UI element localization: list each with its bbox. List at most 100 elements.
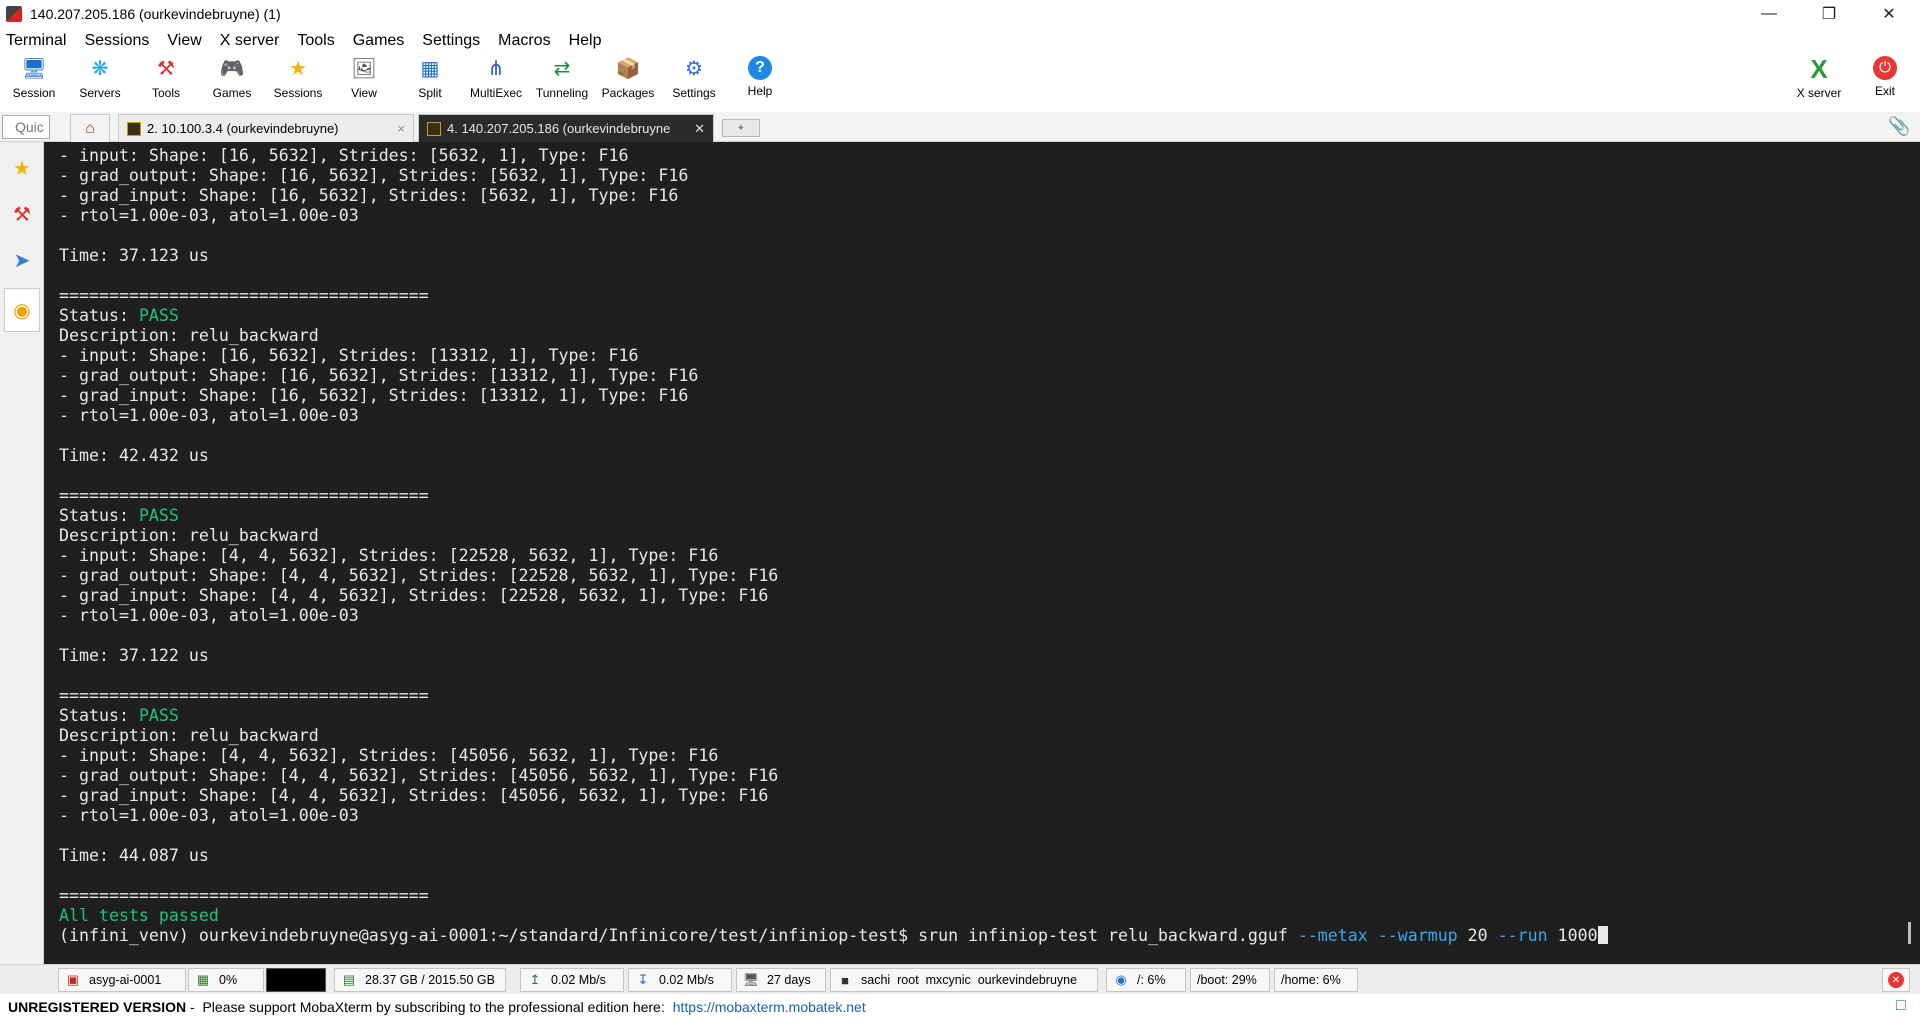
terminal-line: ===================================== bbox=[59, 286, 1900, 306]
terminal-line: - grad_input: Shape: [4, 4, 5632], Strid… bbox=[59, 786, 1900, 806]
mobaxterm-link[interactable]: https://mobaxterm.mobatek.net bbox=[673, 999, 866, 1015]
sidebar-tools[interactable]: ⚒ bbox=[4, 192, 40, 236]
terminal-text: Status: bbox=[59, 506, 139, 525]
packages-button[interactable]: 📦 Packages bbox=[595, 56, 661, 108]
flag-metax: --metax bbox=[1297, 926, 1368, 945]
exit-button[interactable]: ⏻ Exit bbox=[1852, 56, 1918, 108]
tab-bar: ⌂ 2. 10.100.3.4 (ourkevindebruyne) × 4. … bbox=[0, 112, 1920, 142]
menu-macros[interactable]: Macros bbox=[498, 32, 559, 50]
cpu-icon: ▦ bbox=[196, 972, 210, 987]
menu-bar: Terminal Sessions View X server Tools Ga… bbox=[0, 28, 1920, 54]
terminal-line: - input: Shape: [4, 4, 5632], Strides: [… bbox=[59, 746, 1900, 766]
quick-connect-input[interactable] bbox=[2, 115, 50, 139]
terminal-line: Status: PASS bbox=[59, 706, 1900, 726]
status-close-button[interactable]: ✕ bbox=[1882, 968, 1910, 992]
footer-banner: UNREGISTERED VERSION - Please support Mo… bbox=[0, 994, 1920, 1020]
toolbar: 🖥 Session ❋ Servers ⚒ Tools 🎮 Games ★ Se… bbox=[0, 54, 1920, 110]
sessions-button[interactable]: ★ Sessions bbox=[265, 56, 331, 108]
terminal-text: ===================================== bbox=[59, 486, 429, 505]
tools-icon: ⚒ bbox=[13, 203, 31, 226]
terminal-line: - grad_output: Shape: [16, 5632], Stride… bbox=[59, 366, 1900, 386]
tab-session-2[interactable]: 2. 10.100.3.4 (ourkevindebruyne) × bbox=[118, 114, 414, 142]
multiexec-icon: ⋔ bbox=[487, 58, 505, 80]
xserver-button[interactable]: X X server bbox=[1786, 56, 1852, 108]
menu-xserver[interactable]: X server bbox=[220, 32, 289, 50]
tunneling-button[interactable]: ⇄ Tunneling bbox=[529, 56, 595, 108]
chat-icon[interactable]: □ bbox=[1896, 997, 1906, 1015]
terminal-text: - grad_output: Shape: [4, 4, 5632], Stri… bbox=[59, 766, 779, 785]
status-bar: ▣ asyg-ai-0001 ▦ 0% ▤ 28.37 GB / 2015.50… bbox=[0, 964, 1920, 994]
home-tab[interactable]: ⌂ bbox=[70, 114, 110, 142]
terminal-line: ===================================== bbox=[59, 886, 1900, 906]
terminal-text: Time: 42.432 us bbox=[59, 446, 209, 465]
status-host: ▣ asyg-ai-0001 bbox=[58, 968, 186, 992]
upload-arrow-icon: ↥ bbox=[529, 972, 541, 987]
sidebar-sftp[interactable]: ◉ bbox=[4, 288, 40, 332]
scrollbar-thumb[interactable] bbox=[1908, 922, 1911, 944]
title-bar: 140.207.205.186 (ourkevindebruyne) (1) —… bbox=[0, 0, 1920, 28]
terminal-line: Status: PASS bbox=[59, 306, 1900, 326]
menu-settings[interactable]: Settings bbox=[422, 32, 489, 50]
tab-close-button[interactable]: ✕ bbox=[694, 121, 705, 137]
menu-terminal[interactable]: Terminal bbox=[6, 32, 75, 50]
terminal-line: - grad_input: Shape: [16, 5632], Strides… bbox=[59, 186, 1900, 206]
status-pass: PASS bbox=[138, 706, 179, 725]
shell-prompt: (infini_venv) ourkevindebruyne@asyg-ai-0… bbox=[59, 926, 919, 945]
support-message: - Please support MobaXterm by subscribin… bbox=[186, 999, 665, 1015]
tools-button[interactable]: ⚒ Tools bbox=[133, 56, 199, 108]
globe-icon: ◉ bbox=[13, 299, 31, 322]
status-disk-home: /home: 6% bbox=[1274, 968, 1358, 992]
terminal-line: - input: Shape: [16, 5632], Strides: [56… bbox=[59, 146, 1900, 166]
terminal-text: - input: Shape: [4, 4, 5632], Strides: [… bbox=[59, 746, 719, 765]
settings-button[interactable]: ⚙ Settings bbox=[661, 56, 727, 108]
sidebar-macros[interactable]: ➤ bbox=[4, 238, 40, 282]
status-cpu: ▦ 0% bbox=[188, 968, 264, 992]
menu-sessions[interactable]: Sessions bbox=[84, 32, 158, 50]
view-icon: 🖼 bbox=[351, 58, 377, 80]
mobaxterm-logo-icon bbox=[6, 6, 22, 22]
disk-icon: ◉ bbox=[1115, 972, 1127, 987]
minimize-button[interactable]: — bbox=[1746, 0, 1792, 28]
terminal-line: Description: relu_backward bbox=[59, 326, 1900, 346]
split-button[interactable]: ▦ Split bbox=[397, 56, 463, 108]
status-pass: PASS bbox=[138, 306, 179, 325]
terminal-output[interactable]: - input: Shape: [16, 5632], Strides: [56… bbox=[44, 142, 1900, 964]
terminal-text: Time: 37.122 us bbox=[59, 646, 209, 665]
power-icon: ⏻ bbox=[1873, 56, 1897, 80]
terminal-text: - input: Shape: [16, 5632], Strides: [56… bbox=[59, 146, 629, 165]
terminal-text: - rtol=1.00e-03, atol=1.00e-03 bbox=[59, 606, 359, 625]
servers-button[interactable]: ❋ Servers bbox=[67, 56, 133, 108]
terminal-line: - rtol=1.00e-03, atol=1.00e-03 bbox=[59, 206, 1900, 226]
restore-button[interactable]: ❐ bbox=[1806, 0, 1852, 28]
packages-icon: 📦 bbox=[615, 58, 641, 80]
status-upload: ↥ 0.02 Mb/s bbox=[520, 968, 624, 992]
sidebar-sessions[interactable]: ★ bbox=[4, 146, 40, 190]
menu-help[interactable]: Help bbox=[569, 32, 611, 50]
terminal-text: Description: relu_backward bbox=[59, 526, 319, 545]
close-button[interactable]: ✕ bbox=[1866, 0, 1912, 28]
new-tab-button[interactable]: ✦ bbox=[722, 119, 760, 137]
tab-session-4-active[interactable]: 4. 140.207.205.186 (ourkevindebruyne) ✕ bbox=[418, 114, 714, 142]
view-button[interactable]: 🖼 View bbox=[331, 56, 397, 108]
terminal-line: - grad_input: Shape: [16, 5632], Strides… bbox=[59, 386, 1900, 406]
terminal-text: ===================================== bbox=[59, 686, 429, 705]
terminal-icon bbox=[127, 121, 141, 136]
attachment-icon[interactable]: 📎 bbox=[1888, 116, 1910, 137]
tab-close-button[interactable]: × bbox=[397, 121, 405, 136]
games-button[interactable]: 🎮 Games bbox=[199, 56, 265, 108]
terminal-text: - input: Shape: [16, 5632], Strides: [13… bbox=[59, 346, 639, 365]
menu-games[interactable]: Games bbox=[353, 32, 414, 50]
session-button[interactable]: 🖥 Session bbox=[1, 56, 67, 108]
menu-view[interactable]: View bbox=[167, 32, 210, 50]
prompt-line[interactable]: (infini_venv) ourkevindebruyne@asyg-ai-0… bbox=[59, 926, 1900, 946]
menu-tools[interactable]: Tools bbox=[297, 32, 343, 50]
terminal-text: ===================================== bbox=[59, 886, 429, 905]
terminal-scrollbar[interactable] bbox=[1900, 142, 1920, 964]
help-button[interactable]: ? Help bbox=[727, 56, 793, 108]
multiexec-button[interactable]: ⋔ MultiExec bbox=[463, 56, 529, 108]
